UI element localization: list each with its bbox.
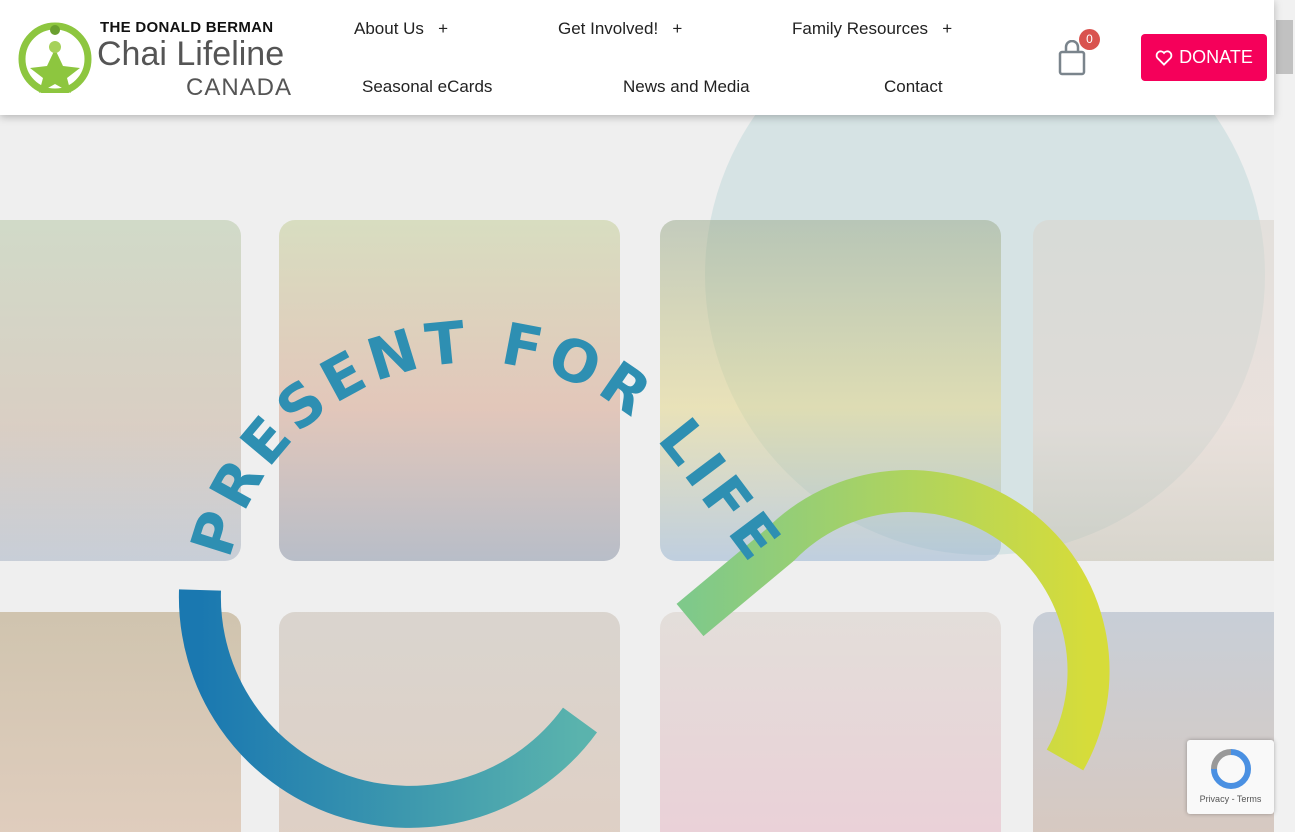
nav-family-resources[interactable]: Family Resources +: [792, 19, 952, 39]
privacy-link[interactable]: Privacy: [1200, 794, 1230, 804]
nav-contact[interactable]: Contact: [884, 77, 943, 97]
recaptcha-badge[interactable]: Privacy - Terms: [1187, 740, 1274, 814]
logo-line3: CANADA: [186, 74, 293, 101]
logo[interactable]: THE DONALD BERMAN Chai Lifeline CANADA: [18, 18, 308, 101]
site-header: THE DONALD BERMAN Chai Lifeline CANADA A…: [0, 0, 1274, 115]
recaptcha-icon: [1210, 749, 1251, 789]
donate-button[interactable]: DONATE: [1141, 34, 1267, 81]
logo-people-icon: [18, 22, 92, 93]
slogan-text: PRESENT FOR LIFE: [177, 308, 791, 577]
nav-get-involved[interactable]: Get Involved! +: [558, 19, 682, 39]
present-for-life-graphic: PRESENT FOR LIFE: [177, 308, 1110, 828]
scrollbar[interactable]: [1274, 0, 1295, 832]
logo-line2: Chai Lifeline: [97, 35, 285, 73]
scrollbar-thumb[interactable]: [1276, 20, 1293, 74]
nav-seasonal-ecards[interactable]: Seasonal eCards: [362, 77, 492, 97]
hero-section: PRESENT FOR LIFE: [0, 115, 1274, 832]
nav-news-media[interactable]: News and Media: [623, 77, 750, 97]
logo-line1: THE DONALD BERMAN: [100, 19, 274, 36]
terms-link[interactable]: Terms: [1237, 794, 1262, 804]
cart-count-badge: 0: [1079, 29, 1100, 50]
nav-about-us[interactable]: About Us +: [354, 19, 448, 39]
heart-icon: [1155, 49, 1173, 66]
svg-text:PRESENT FOR LIFE: PRESENT FOR LIFE: [177, 308, 797, 577]
